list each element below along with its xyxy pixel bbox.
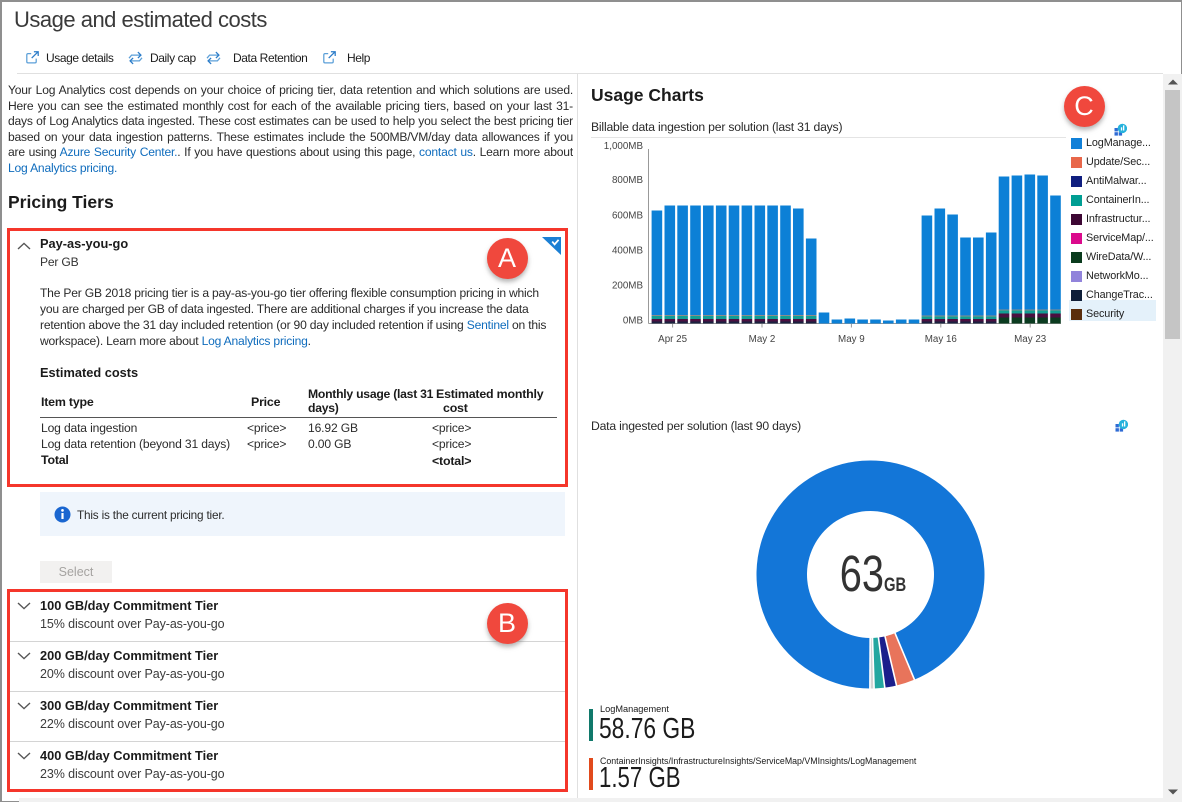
svg-text:May 16: May 16 (925, 334, 958, 345)
svg-text:0MB: 0MB (623, 315, 644, 326)
svg-text:May 23: May 23 (1014, 334, 1047, 345)
svg-text:600MB: 600MB (612, 211, 644, 222)
svg-text:Apr 25: Apr 25 (658, 334, 687, 345)
svg-text:May 2: May 2 (749, 334, 776, 345)
svg-text:800MB: 800MB (612, 175, 644, 186)
svg-text:1,000MB: 1,000MB (604, 141, 644, 152)
svg-text:400MB: 400MB (612, 246, 644, 257)
svg-text:May 9: May 9 (838, 334, 865, 345)
svg-text:200MB: 200MB (612, 281, 644, 292)
